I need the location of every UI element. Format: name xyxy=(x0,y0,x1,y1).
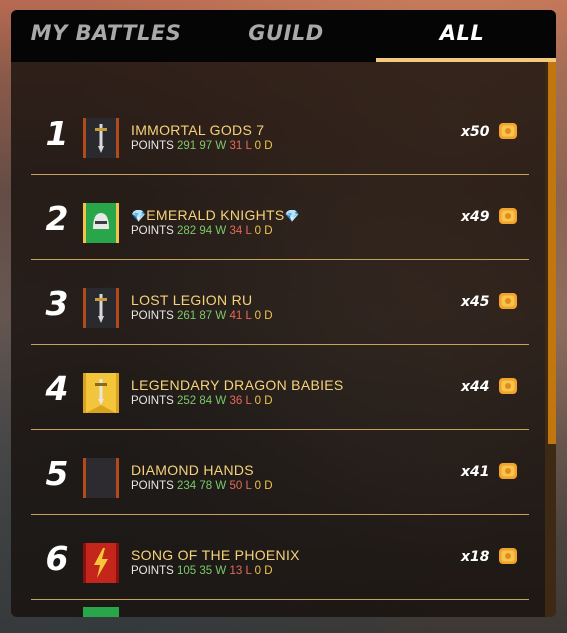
list-item[interactable]: 4 LEGENDARY DRAGON BABIES POINTS 252 84 … xyxy=(31,345,529,430)
guild-name[interactable]: 💎EMERALD KNIGHTS💎 xyxy=(131,207,300,223)
points-value: 282 xyxy=(177,225,197,237)
reward-count: x18 xyxy=(461,549,490,565)
guild-name[interactable]: SONG OF THE PHOENIX xyxy=(131,547,300,563)
guild-banner-icon xyxy=(83,373,119,413)
guild-stats: POINTS 105 35 W 13 L 0 D xyxy=(131,565,273,577)
guild-name-text: DIAMOND HANDS xyxy=(131,462,254,478)
draws-value: 0 D xyxy=(254,480,273,492)
guild-name-text: IMMORTAL GODS 7 xyxy=(131,122,265,138)
rank-number: 2 xyxy=(45,199,69,238)
wins-value: 97 W xyxy=(199,140,227,152)
guild-stats: POINTS 282 94 W 34 L 0 D xyxy=(131,225,273,237)
points-label: POINTS xyxy=(131,395,174,407)
points-label: POINTS xyxy=(131,310,174,322)
points-label: POINTS xyxy=(131,140,174,152)
list-item[interactable]: 2 💎EMERALD KNIGHTS💎 POINTS 282 94 W 34 L… xyxy=(31,175,529,260)
guild-banner-icon xyxy=(83,543,119,583)
draws-value: 0 D xyxy=(254,395,273,407)
gem-icon-left: 💎 xyxy=(131,209,147,223)
leaderboard-panel: MY BATTLES GUILD ALL 1 IMMORTAL GODS 7 P… xyxy=(11,10,556,617)
list-item[interactable]: 1 IMMORTAL GODS 7 POINTS 291 97 W 31 L 0… xyxy=(31,90,529,175)
tab-all[interactable]: ALL xyxy=(377,10,547,58)
reward-count: x44 xyxy=(461,379,490,395)
losses-value: 41 L xyxy=(229,310,252,322)
scroll-icon xyxy=(499,208,517,224)
scroll-icon xyxy=(499,293,517,309)
guild-name-text: LEGENDARY DRAGON BABIES xyxy=(131,377,344,393)
reward-count: x50 xyxy=(461,124,490,140)
wins-value: 87 W xyxy=(199,310,227,322)
wins-value: 84 W xyxy=(199,395,227,407)
list-item[interactable]: 3 LOST LEGION RU POINTS 261 87 W 41 L 0 … xyxy=(31,260,529,345)
gem-icon-right: 💎 xyxy=(284,209,300,223)
losses-value: 34 L xyxy=(229,225,252,237)
scroll-icon xyxy=(499,548,517,564)
guild-banner-icon xyxy=(83,203,119,243)
wins-value: 94 W xyxy=(199,225,227,237)
losses-value: 50 L xyxy=(229,480,252,492)
guild-banner-icon xyxy=(83,118,119,158)
scrollbar-thumb[interactable] xyxy=(548,62,556,444)
reward-count: x45 xyxy=(461,294,490,310)
points-value: 105 xyxy=(177,565,197,577)
list-item[interactable]: 6 SONG OF THE PHOENIX POINTS 105 35 W 13… xyxy=(31,515,529,600)
guild-stats: POINTS 252 84 W 36 L 0 D xyxy=(131,395,273,407)
points-value: 234 xyxy=(177,480,197,492)
points-label: POINTS xyxy=(131,565,174,577)
guild-name-text: EMERALD KNIGHTS xyxy=(146,207,285,223)
points-value: 291 xyxy=(177,140,197,152)
scroll-icon xyxy=(499,123,517,139)
guild-stats: POINTS 234 78 W 50 L 0 D xyxy=(131,480,273,492)
guild-name[interactable]: DIAMOND HANDS xyxy=(131,462,254,478)
draws-value: 0 D xyxy=(254,310,273,322)
points-label: POINTS xyxy=(131,480,174,492)
scroll-icon xyxy=(499,378,517,394)
guild-ranking-list: 1 IMMORTAL GODS 7 POINTS 291 97 W 31 L 0… xyxy=(31,62,529,617)
guild-stats: POINTS 261 87 W 41 L 0 D xyxy=(131,310,273,322)
list-item[interactable]: 5 DIAMOND HANDS POINTS 234 78 W 50 L 0 D… xyxy=(31,430,529,515)
guild-name[interactable]: LOST LEGION RU xyxy=(131,292,252,308)
points-value: 252 xyxy=(177,395,197,407)
tab-my-battles[interactable]: MY BATTLES xyxy=(21,10,191,58)
draws-value: 0 D xyxy=(254,565,273,577)
reward-count: x41 xyxy=(461,464,490,480)
guild-name-text: LOST LEGION RU xyxy=(131,292,253,308)
rank-number: 5 xyxy=(45,454,69,493)
scroll-icon xyxy=(499,463,517,479)
guild-name[interactable]: LEGENDARY DRAGON BABIES xyxy=(131,377,344,393)
tab-guild[interactable]: GUILD xyxy=(201,10,371,58)
rank-number: 4 xyxy=(45,369,69,408)
losses-value: 36 L xyxy=(229,395,252,407)
draws-value: 0 D xyxy=(254,225,273,237)
losses-value: 13 L xyxy=(229,565,252,577)
rank-number: 6 xyxy=(45,539,69,578)
guild-stats: POINTS 291 97 W 31 L 0 D xyxy=(131,140,273,152)
guild-name-text: SONG OF THE PHOENIX xyxy=(131,547,300,563)
next-guild-banner-icon xyxy=(83,607,119,617)
wins-value: 78 W xyxy=(199,480,227,492)
reward-count: x49 xyxy=(461,209,490,225)
guild-name[interactable]: IMMORTAL GODS 7 xyxy=(131,122,264,138)
row-divider xyxy=(31,599,529,600)
draws-value: 0 D xyxy=(254,140,273,152)
guild-banner-icon xyxy=(83,458,119,498)
points-label: POINTS xyxy=(131,225,174,237)
guild-banner-icon xyxy=(83,288,119,328)
losses-value: 31 L xyxy=(229,140,252,152)
wins-value: 35 W xyxy=(199,565,227,577)
rank-number: 3 xyxy=(45,284,69,323)
points-value: 261 xyxy=(177,310,197,322)
tab-bar: MY BATTLES GUILD ALL xyxy=(11,10,556,62)
rank-number: 1 xyxy=(45,114,69,153)
